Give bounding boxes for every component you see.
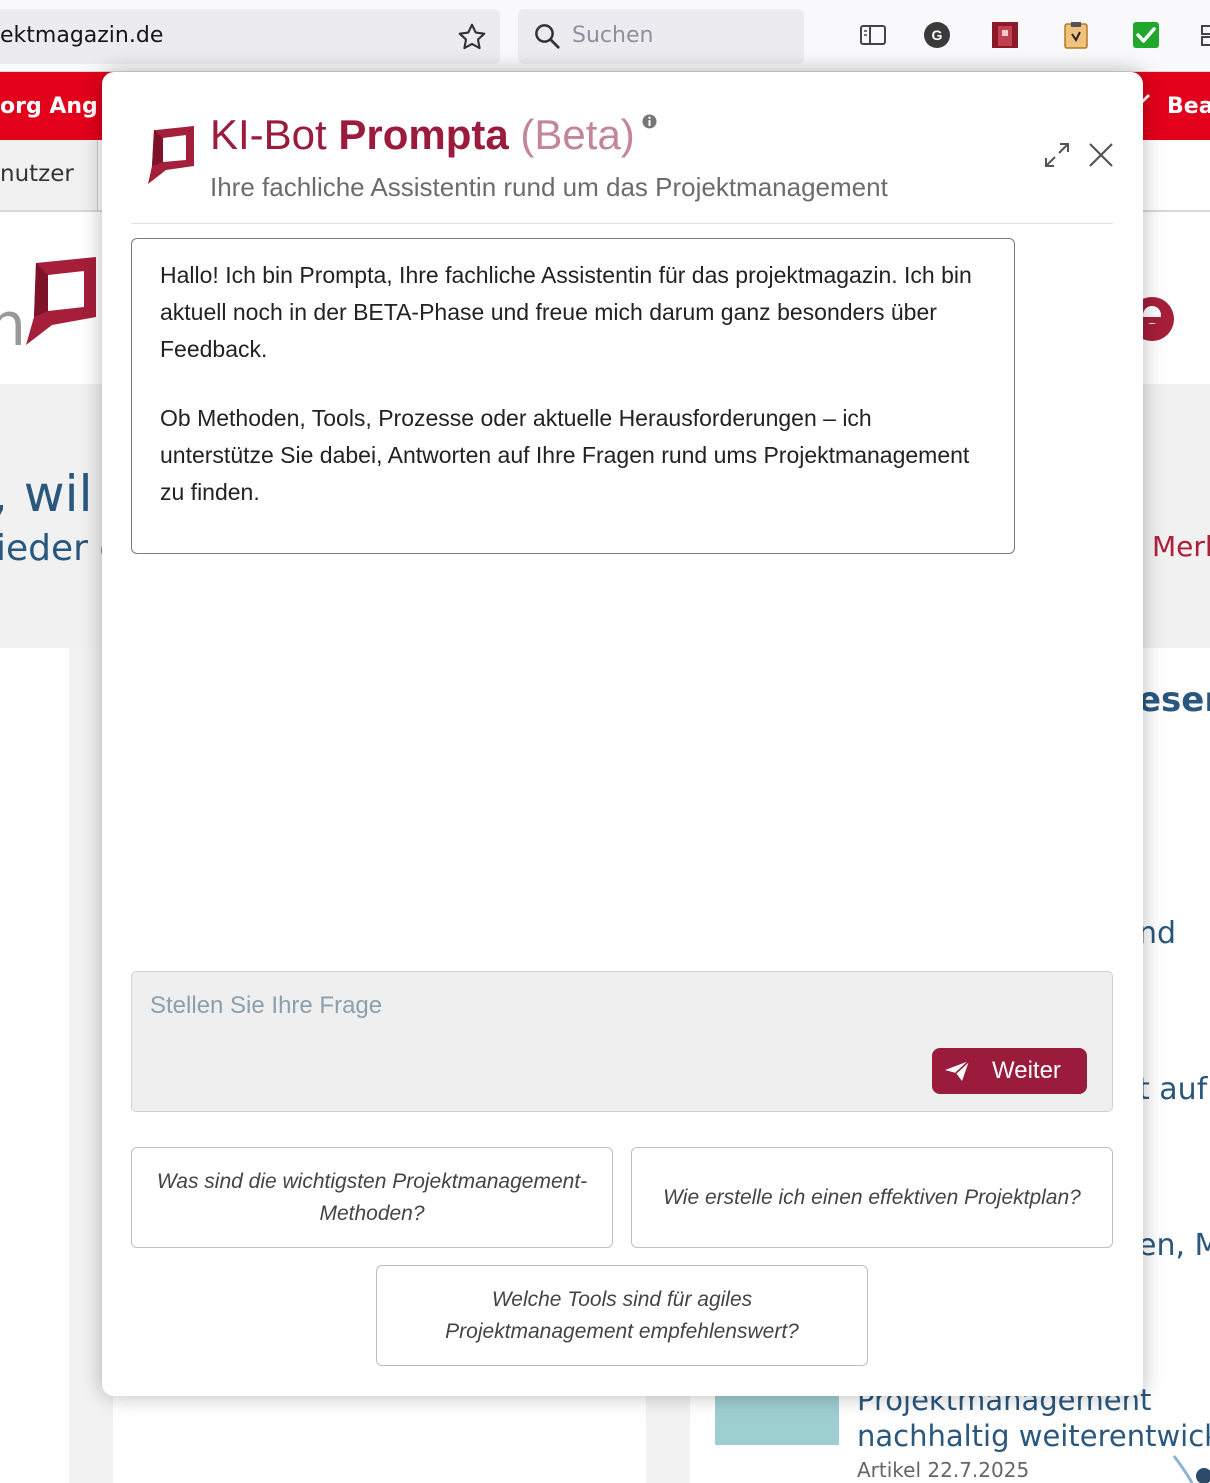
suggestion-button[interactable]: Wie erstelle ich einen effektiven Projek… xyxy=(631,1147,1113,1248)
send-button[interactable]: Weiter xyxy=(932,1048,1087,1094)
teaser-meta: Artikel 22.7.2025 xyxy=(857,1458,1030,1482)
sidebar-link[interactable]: nd xyxy=(1138,916,1176,951)
suggestion-button[interactable]: Was sind die wichtigsten Projektmanageme… xyxy=(131,1147,613,1248)
nav-item-left[interactable]: org Ang xyxy=(0,94,98,119)
site-logo[interactable] xyxy=(22,255,100,347)
info-icon[interactable] xyxy=(642,114,657,129)
hero-link[interactable]: Merl xyxy=(1152,530,1210,563)
chat-title-prefix: KI-Bot xyxy=(210,111,339,158)
grammarly-icon[interactable]: G xyxy=(922,20,952,50)
sidebar-link[interactable]: t auf xyxy=(1138,1072,1207,1107)
paper-plane-icon xyxy=(945,1060,970,1081)
extensions-overflow-icon[interactable] xyxy=(1198,20,1210,50)
teaser-title-line: nachhaltig weiterentwickeln xyxy=(857,1419,1210,1453)
prompta-logo xyxy=(148,126,194,184)
chat-title-name: Prompta xyxy=(338,111,509,158)
search-placeholder: Suchen xyxy=(572,23,654,48)
chat-subtitle: Ihre fachliche Assistentin rund um das P… xyxy=(210,172,888,202)
close-icon[interactable] xyxy=(1086,140,1116,170)
bot-message-bubble: Hallo! Ich bin Prompta, Ihre fachliche A… xyxy=(131,238,1015,554)
subnav-item-user[interactable]: nutzer xyxy=(0,140,98,210)
url-text: ektmagazin.de xyxy=(0,23,164,48)
browser-search-field[interactable]: Suchen xyxy=(518,9,804,64)
header-divider xyxy=(131,223,1113,224)
star-icon[interactable] xyxy=(456,21,488,53)
search-icon xyxy=(535,24,560,49)
subnav-item-label: nutzer xyxy=(0,161,74,187)
content-left-column xyxy=(0,648,69,1483)
checkmark-icon[interactable] xyxy=(1131,20,1161,50)
bot-message-paragraph: Ob Methoden, Tools, Prozesse oder aktuel… xyxy=(160,405,970,505)
teaser-image[interactable] xyxy=(715,1393,839,1445)
teaser-badge-icon xyxy=(1172,1455,1210,1483)
bot-message-paragraph: Hallo! Ich bin Prompta, Ihre fachliche A… xyxy=(160,262,972,362)
svg-text:G: G xyxy=(932,27,943,43)
expand-icon[interactable] xyxy=(1042,140,1072,170)
browser-toolbar: ektmagazin.de Suchen G xyxy=(0,0,1210,72)
hero-headline: , wil xyxy=(0,465,93,523)
question-input-placeholder: Stellen Sie Ihre Frage xyxy=(150,992,383,1019)
url-bar[interactable]: ektmagazin.de xyxy=(0,9,500,64)
sidebar-link[interactable]: en, M xyxy=(1138,1228,1210,1263)
send-button-label: Weiter xyxy=(992,1057,1061,1084)
site-logo-right-fragment xyxy=(1138,297,1174,341)
suggestion-button[interactable]: Welche Tools sind für agiles Projektmana… xyxy=(376,1265,868,1366)
nav-item-right[interactable]: Bea xyxy=(1167,94,1210,119)
sidebar-heading: eser xyxy=(1138,680,1210,720)
reader-view-icon[interactable] xyxy=(858,20,888,50)
clipboard-icon[interactable] xyxy=(1061,20,1091,50)
extension-icon[interactable] xyxy=(990,20,1020,50)
chatbot-dialog: KI-Bot Prompta (Beta) Ihre fachliche Ass… xyxy=(102,72,1143,1396)
question-input[interactable]: Stellen Sie Ihre Frage Weiter xyxy=(131,971,1113,1112)
chat-title-suffix: (Beta) xyxy=(520,111,635,158)
chat-title: KI-Bot Prompta (Beta) xyxy=(210,110,635,160)
